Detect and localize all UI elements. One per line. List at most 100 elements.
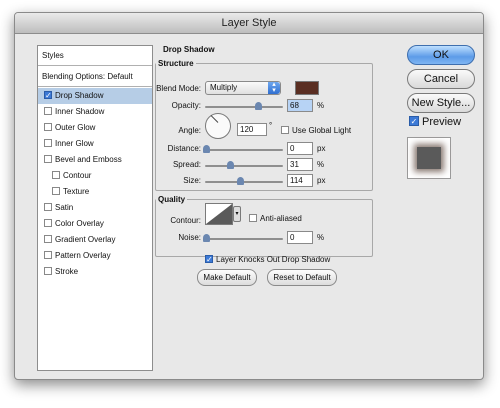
style-item-checkbox[interactable] <box>44 154 52 163</box>
preview-thumbnail <box>407 137 451 179</box>
spread-slider[interactable] <box>205 161 283 169</box>
preview-swatch <box>417 147 441 169</box>
select-arrows-icon: ▴ ▾ <box>268 81 280 94</box>
style-item-label: Contour <box>63 171 92 180</box>
size-slider-thumb[interactable] <box>237 177 244 185</box>
structure-legend: Structure <box>158 59 194 68</box>
noise-label: Noise: <box>178 233 201 242</box>
anti-aliased-checkbox[interactable]: Anti-aliased <box>249 213 302 223</box>
style-item-checkbox[interactable] <box>44 266 52 275</box>
distance-unit: px <box>317 144 326 153</box>
size-unit: px <box>317 176 326 185</box>
style-item-checkbox[interactable] <box>44 138 52 147</box>
style-item-checkbox[interactable] <box>52 186 60 195</box>
spread-unit: % <box>317 160 325 169</box>
style-item-inner-shadow[interactable]: Inner Shadow <box>38 104 152 120</box>
global-light-check-icon[interactable] <box>281 125 289 134</box>
style-item-checkbox[interactable] <box>44 122 52 131</box>
style-item-label: Outer Glow <box>55 123 96 132</box>
contour-dropdown-arrow-icon[interactable]: ▾ <box>233 206 241 222</box>
style-item-checkbox[interactable] <box>44 234 52 243</box>
style-item-checkbox[interactable] <box>52 170 60 179</box>
style-item-label: Drop Shadow <box>55 91 104 100</box>
style-item-checkbox[interactable] <box>44 202 52 211</box>
opacity-label: Opacity: <box>171 101 201 110</box>
cancel-button[interactable]: Cancel <box>407 69 475 89</box>
style-item-label: Color Overlay <box>55 219 104 228</box>
ok-button[interactable]: OK <box>407 45 475 65</box>
distance-label: Distance: <box>167 144 201 153</box>
opacity-input[interactable]: 68 <box>287 99 313 112</box>
drop-shadow-title: Drop Shadow <box>163 45 215 54</box>
new-style-button[interactable]: New Style... <box>407 93 475 113</box>
distance-input[interactable]: 0 <box>287 142 313 155</box>
style-item-outer-glow[interactable]: Outer Glow <box>38 120 152 136</box>
anti-aliased-label: Anti-aliased <box>260 214 302 223</box>
size-label: Size: <box>183 176 201 185</box>
angle-label: Angle: <box>178 126 201 135</box>
shadow-color-swatch[interactable] <box>295 81 319 95</box>
opacity-unit: % <box>317 101 325 110</box>
angle-dial[interactable] <box>205 113 231 139</box>
style-item-label: Satin <box>55 203 74 212</box>
style-item-checkbox[interactable] <box>44 250 52 259</box>
spread-slider-thumb[interactable] <box>227 161 234 169</box>
knocks-out-label: Layer Knocks Out Drop Shadow <box>216 255 331 264</box>
layer-style-dialog: Layer Style Styles Blending Options: Def… <box>14 12 484 380</box>
quality-legend: Quality <box>158 195 186 204</box>
global-light-label: Use Global Light <box>292 126 352 135</box>
style-item-gradient-overlay[interactable]: Gradient Overlay <box>38 232 152 248</box>
noise-slider[interactable] <box>203 234 283 242</box>
style-item-checkbox[interactable] <box>44 106 52 115</box>
contour-label: Contour: <box>170 216 201 225</box>
style-item-pattern-overlay[interactable]: Pattern Overlay <box>38 248 152 264</box>
contour-picker[interactable] <box>205 203 233 225</box>
style-item-label: Inner Shadow <box>55 107 105 116</box>
angle-dial-needle <box>210 115 219 123</box>
style-item-checkbox[interactable]: ✓ <box>44 90 52 99</box>
style-item-inner-glow[interactable]: Inner Glow <box>38 136 152 152</box>
style-item-stroke[interactable]: Stroke <box>38 264 152 280</box>
blend-mode-select[interactable]: Multiply ▴ ▾ <box>205 81 281 95</box>
noise-input[interactable]: 0 <box>287 231 313 244</box>
knocks-out-check-icon[interactable]: ✓ <box>205 254 213 263</box>
style-item-checkbox[interactable] <box>44 218 52 227</box>
distance-slider[interactable] <box>203 145 283 153</box>
styles-panel: Styles Blending Options: Default ✓ Drop S… <box>37 45 153 371</box>
contour-curve-icon <box>206 204 232 224</box>
styles-header[interactable]: Styles <box>38 46 152 66</box>
global-light-checkbox[interactable]: Use Global Light <box>281 125 352 135</box>
style-item-contour[interactable]: Contour <box>38 168 152 184</box>
style-item-label: Stroke <box>55 267 79 276</box>
style-item-drop-shadow[interactable]: ✓ Drop Shadow <box>38 88 152 104</box>
style-item-label: Gradient Overlay <box>55 235 116 244</box>
style-item-bevel-and-emboss[interactable]: Bevel and Emboss <box>38 152 152 168</box>
angle-input[interactable]: 120 <box>237 123 267 136</box>
size-input[interactable]: 114 <box>287 174 313 187</box>
angle-unit: ° <box>269 121 273 130</box>
style-item-label: Pattern Overlay <box>55 251 111 260</box>
style-item-color-overlay[interactable]: Color Overlay <box>38 216 152 232</box>
opacity-slider-thumb[interactable] <box>255 102 262 110</box>
knocks-out-checkbox[interactable]: ✓ Layer Knocks Out Drop Shadow <box>205 254 331 264</box>
blend-mode-value: Multiply <box>210 83 238 92</box>
style-item-satin[interactable]: Satin <box>38 200 152 216</box>
spread-label: Spread: <box>172 160 201 169</box>
noise-unit: % <box>317 233 325 242</box>
opacity-slider[interactable] <box>205 102 283 110</box>
preview-checkbox[interactable]: ✓ Preview <box>409 116 461 128</box>
blending-options-item[interactable]: Blending Options: Default <box>38 67 152 87</box>
style-item-texture[interactable]: Texture <box>38 184 152 200</box>
window-title: Layer Style <box>15 13 483 34</box>
style-item-label: Bevel and Emboss <box>55 155 122 164</box>
anti-aliased-check-icon[interactable] <box>249 213 257 222</box>
make-default-button[interactable]: Make Default <box>197 269 257 286</box>
quality-group: Quality <box>155 195 373 257</box>
distance-slider-thumb[interactable] <box>203 145 210 153</box>
preview-check-icon[interactable]: ✓ <box>409 116 419 127</box>
reset-default-button[interactable]: Reset to Default <box>267 269 337 286</box>
size-slider[interactable] <box>205 177 283 185</box>
spread-input[interactable]: 31 <box>287 158 313 171</box>
blend-mode-label: Blend Mode: <box>156 84 201 93</box>
noise-slider-thumb[interactable] <box>203 234 210 242</box>
